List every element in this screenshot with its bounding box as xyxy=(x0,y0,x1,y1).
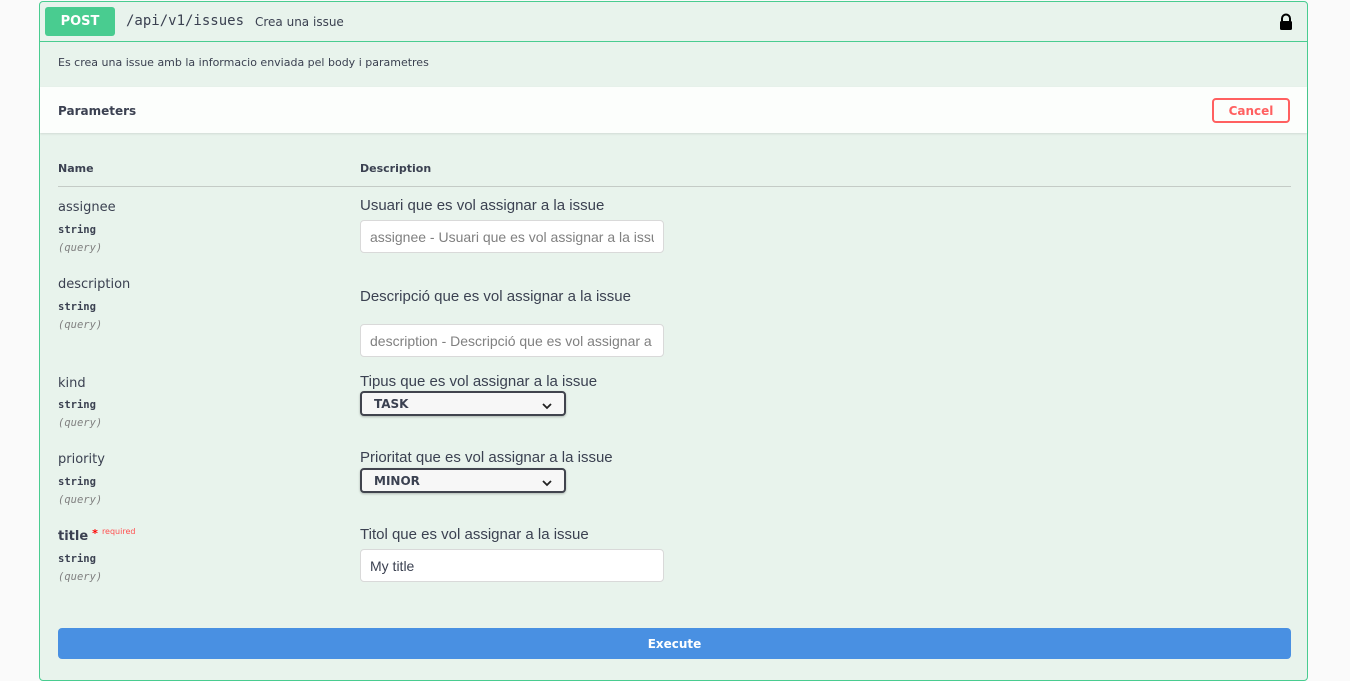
parameter-location: (query) xyxy=(58,242,103,254)
required-star: * xyxy=(92,527,98,540)
parameter-location: (query) xyxy=(58,571,103,583)
parameter-description: Descripció que es vol assignar a la issu… xyxy=(360,288,631,305)
execute-button[interactable]: Execute xyxy=(58,628,1291,659)
column-header-name: Name xyxy=(58,162,94,175)
parameter-name: assignee xyxy=(58,200,116,215)
parameter-type: string xyxy=(58,301,96,313)
parameter-name: kind xyxy=(58,376,86,391)
chevron-down-icon xyxy=(542,476,552,487)
title-input[interactable] xyxy=(360,549,664,582)
parameters-title: Parameters xyxy=(58,104,137,118)
parameter-location: (query) xyxy=(58,319,103,331)
kind-selected-value: TASK xyxy=(374,397,409,411)
parameter-type: string xyxy=(58,553,96,565)
parameter-description: Tipus que es vol assignar a la issue xyxy=(360,373,598,390)
parameter-name: title * required xyxy=(58,527,136,544)
parameter-type: string xyxy=(58,399,96,411)
parameter-name-text: title xyxy=(58,529,89,544)
parameter-location: (query) xyxy=(58,494,103,506)
assignee-input[interactable] xyxy=(360,220,664,253)
priority-select[interactable]: MINOR xyxy=(360,468,566,493)
operation-summary-text: Crea una issue xyxy=(255,15,344,29)
parameter-type: string xyxy=(58,224,96,236)
operation-block: POST /api/v1/issues Crea una issue Es cr… xyxy=(39,1,1308,681)
parameter-description: Usuari que es vol assignar a la issue xyxy=(360,197,605,214)
parameter-name: description xyxy=(58,277,131,292)
priority-selected-value: MINOR xyxy=(374,474,420,488)
column-header-description: Description xyxy=(360,162,432,175)
cancel-button[interactable]: Cancel xyxy=(1212,98,1290,123)
parameter-description: Titol que es vol assignar a la issue xyxy=(360,526,589,543)
required-label: required xyxy=(101,527,136,536)
operation-summary[interactable]: POST /api/v1/issues Crea una issue xyxy=(40,2,1307,42)
description-input[interactable] xyxy=(360,324,664,357)
parameter-location: (query) xyxy=(58,417,103,429)
kind-select[interactable]: TASK xyxy=(360,391,566,416)
chevron-down-icon xyxy=(542,399,552,410)
parameter-description: Prioritat que es vol assignar a la issue xyxy=(360,449,613,466)
header-divider xyxy=(58,186,1291,187)
parameter-name: priority xyxy=(58,452,105,467)
lock-icon[interactable] xyxy=(1279,13,1293,31)
operation-path: /api/v1/issues xyxy=(126,13,245,29)
http-method-badge: POST xyxy=(45,7,115,36)
parameters-header: Parameters Cancel xyxy=(40,87,1307,133)
parameter-type: string xyxy=(58,476,96,488)
operation-description: Es crea una issue amb la informacio envi… xyxy=(58,56,429,69)
